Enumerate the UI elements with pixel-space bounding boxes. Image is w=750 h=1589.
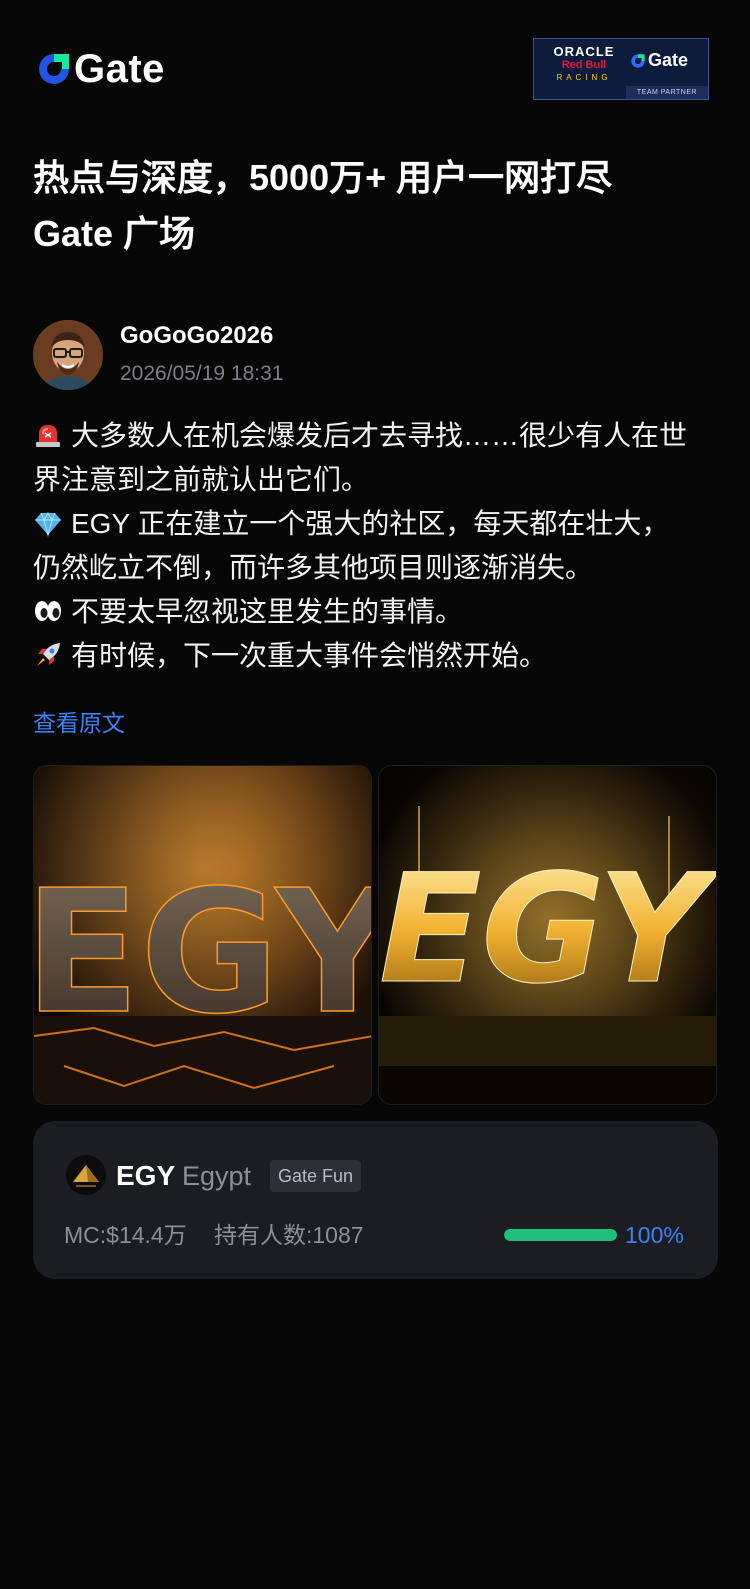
post-timestamp: 2026/05/19 18:31 [120,362,284,385]
partner-gate-logo: Gate [630,50,688,71]
market-cap: MC:$14.4万 [64,1222,187,1248]
avatar[interactable] [33,320,103,390]
view-original-link[interactable]: 查看原文 [33,707,125,739]
header: Gate ORACLE Red Bull RACING Gate TEAM PA… [0,0,750,120]
page: Gate ORACLE Red Bull RACING Gate TEAM PA… [0,0,750,1589]
redbull-text: Red Bull [561,59,607,71]
token-logo [66,1155,106,1195]
partner-gate-text: Gate [648,50,689,70]
post-line-text: 仍然屹立不倒，而许多其他项目则逐渐消失。 [33,552,594,583]
post-image-1[interactable]: EGY [33,765,372,1105]
siren-icon [36,425,60,447]
token-tag: Gate Fun [270,1160,362,1192]
post-image-2[interactable]: EGY [378,765,717,1105]
post-line-text: 不要太早忽视这里发生的事情。 [71,596,464,627]
post-line: 有时候，下一次重大事件会悄然开始。 [33,634,723,678]
post-line: 仍然屹立不倒，而许多其他项目则逐渐消失。 [33,546,723,590]
egy-gold-text: EGY [379,843,717,1017]
post-line: 不要太早忽视这里发生的事情。 [33,590,723,634]
team-partner-label: TEAM PARTNER [626,86,708,99]
post-body: 大多数人在机会爆发后才去寻找……很少有人在世 界注意到之前就认出它们。 EGY … [33,414,723,678]
progress-fill [504,1229,617,1241]
headline-line-2: Gate 广场 [33,213,196,254]
post-line-text: 大多数人在机会爆发后才去寻找……很少有人在世 [71,420,688,451]
post-line: 大多数人在机会爆发后才去寻找……很少有人在世 [33,414,723,458]
racing-text: RACING [556,73,612,82]
token-card[interactable]: EGY Egypt Gate Fun MC:$14.4万 持有人数:1087 1… [33,1121,718,1279]
token-symbol: EGY [116,1160,176,1191]
post-line-text: 有时候，下一次重大事件会悄然开始。 [71,640,548,671]
gate-logo-icon [631,53,645,68]
egy-stone-text: EGY [34,854,372,1052]
eyes-icon [35,601,61,621]
pyramid-icon [66,1155,106,1195]
gate-logo[interactable]: Gate [36,48,165,90]
gem-icon [35,511,61,537]
headline-line-1: 热点与深度，5000万+ 用户一网打尽 [33,157,613,198]
post-line-text: 界注意到之前就认出它们。 [33,464,370,495]
oracle-text: ORACLE [553,44,615,59]
brand-name: Gate [74,47,165,91]
egy-stone-image: EGY [34,766,372,1104]
author-name[interactable]: GoGoGo2026 [120,320,273,352]
oracle-redbull-logo: ORACLE Red Bull RACING [542,45,626,83]
partner-banner[interactable]: ORACLE Red Bull RACING Gate TEAM PARTNER [533,38,709,100]
gate-logo-icon [39,54,69,84]
progress-label: 100% [625,1222,684,1248]
token-name: Egypt [182,1161,252,1191]
holder-count: 持有人数:1087 [214,1222,364,1248]
post-line: EGY 正在建立一个强大的社区，每天都在壮大， [33,502,723,546]
user-avatar-icon [33,320,103,390]
page-headline: 热点与深度，5000万+ 用户一网打尽 Gate 广场 [33,150,723,262]
post-line-text: EGY 正在建立一个强大的社区，每天都在壮大， [71,508,670,539]
progress-bar [504,1229,617,1241]
egy-gold-image: EGY [379,766,717,1104]
rocket-icon [37,643,60,666]
post-line: 界注意到之前就认出它们。 [33,458,723,502]
